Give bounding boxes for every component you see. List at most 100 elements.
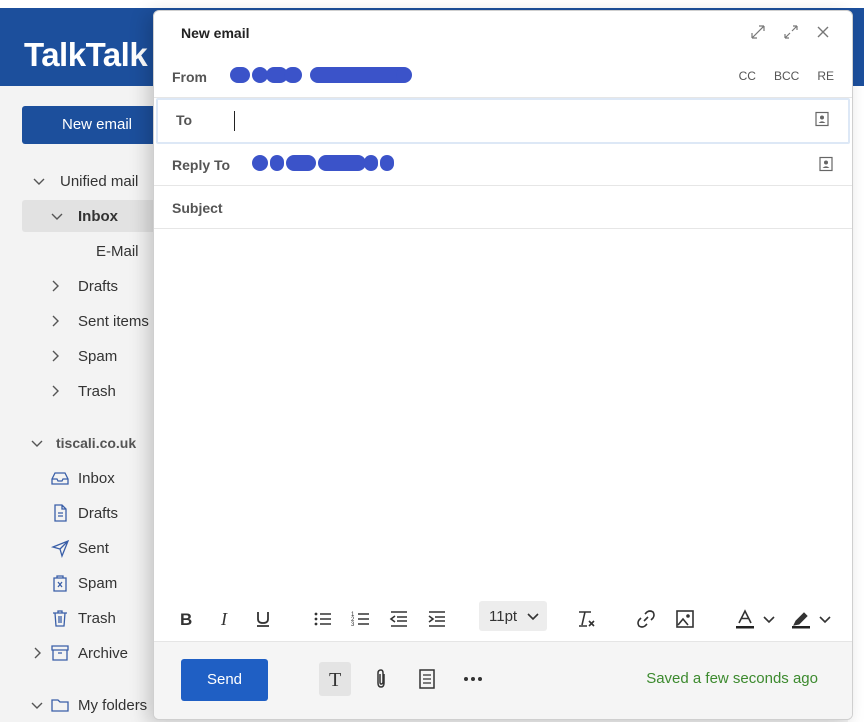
new-email-button[interactable]: New email — [22, 106, 172, 144]
svg-text:T: T — [329, 669, 341, 690]
bullet-list-icon[interactable] — [311, 607, 335, 631]
sidebar-item-label: Sent — [78, 539, 109, 557]
subject-label: Subject — [172, 200, 223, 216]
svg-text:B: B — [180, 610, 192, 629]
link-icon[interactable] — [634, 607, 658, 631]
top-strip — [0, 0, 864, 8]
popout-icon[interactable] — [749, 23, 767, 41]
drafts-icon — [50, 503, 70, 523]
sidebar-item-label: Archive — [78, 644, 129, 662]
sidebar-item-label: My folders — [78, 696, 148, 714]
highlight-icon[interactable] — [789, 607, 813, 631]
compose-title: New email — [181, 25, 250, 41]
numbered-list-icon[interactable]: 123 — [349, 607, 373, 631]
save-status: Saved a few seconds ago — [646, 670, 818, 687]
chevron-down-icon[interactable] — [760, 607, 778, 631]
from-row[interactable]: From CC BCC RE — [154, 55, 852, 98]
message-body-editor[interactable] — [154, 229, 852, 599]
more-options-icon[interactable] — [457, 662, 489, 696]
chevron-right-icon[interactable] — [48, 314, 62, 328]
sidebar-item-my-folders[interactable]: My folders — [0, 689, 160, 721]
chevron-down-icon[interactable] — [32, 174, 46, 188]
sidebar-item-acc-archive[interactable]: Archive — [0, 637, 160, 669]
bold-icon[interactable]: B — [174, 607, 198, 631]
sidebar-item-label: Spam — [78, 347, 118, 365]
sidebar-item-label: Sent items — [78, 312, 149, 330]
indent-icon[interactable] — [425, 607, 449, 631]
sidebar-item-label: Inbox — [78, 207, 118, 225]
formatting-toolbar: B I 123 11pt — [154, 597, 852, 641]
svg-text:3: 3 — [351, 622, 355, 628]
sidebar-item-inbox[interactable]: Inbox — [22, 200, 172, 232]
cc-toggle[interactable]: CC — [739, 69, 756, 83]
sidebar: New email Unified mail Inbox E-Mail Draf… — [0, 86, 172, 722]
reply-to-address-redacted — [252, 155, 402, 173]
spam-icon — [50, 573, 70, 593]
sidebar-item-acc-inbox[interactable]: Inbox — [0, 462, 160, 494]
sidebar-item-acc-drafts[interactable]: Drafts — [0, 497, 160, 529]
sidebar-item-drafts[interactable]: Drafts — [0, 270, 160, 302]
from-address-redacted — [230, 67, 420, 85]
sidebar-item-label: E-Mail — [96, 242, 139, 260]
compose-footer: Send T Saved a few seconds ago — [154, 641, 852, 719]
sidebar-item-acc-sent[interactable]: Sent — [0, 532, 160, 564]
chevron-right-icon[interactable] — [48, 349, 62, 363]
sidebar-item-acc-trash[interactable]: Trash — [0, 602, 160, 634]
send-icon — [50, 538, 70, 558]
contact-book-icon[interactable] — [814, 111, 830, 127]
chevron-right-icon[interactable] — [30, 646, 44, 660]
chevron-down-icon — [527, 613, 539, 621]
chevron-down-icon[interactable] — [816, 607, 834, 631]
text-cursor — [234, 111, 235, 131]
reply-to-label: Reply To — [172, 157, 231, 173]
template-icon[interactable] — [411, 662, 443, 696]
sidebar-item-sent-items[interactable]: Sent items — [0, 305, 160, 337]
image-icon[interactable] — [673, 607, 697, 631]
underline-icon[interactable] — [251, 607, 275, 631]
from-label: From — [172, 69, 207, 85]
sidebar-item-label: Drafts — [78, 504, 119, 522]
send-button[interactable]: Send — [181, 659, 268, 701]
text-format-toggle-icon[interactable]: T — [319, 662, 351, 696]
close-icon[interactable] — [814, 23, 832, 41]
chevron-down-icon[interactable] — [30, 698, 44, 712]
sidebar-item-label: Trash — [78, 609, 116, 627]
text-color-icon[interactable] — [733, 607, 757, 631]
font-size-select[interactable]: 11pt — [479, 601, 547, 631]
chevron-down-icon[interactable] — [30, 436, 44, 450]
maximize-icon[interactable] — [782, 23, 800, 41]
recipient-toggles: CC BCC RE — [739, 69, 834, 83]
sidebar-item-unified-mail[interactable]: Unified mail — [0, 165, 160, 197]
sidebar-account-label: tiscali.co.uk — [56, 435, 137, 451]
to-row[interactable]: To — [156, 98, 850, 144]
bcc-toggle[interactable]: BCC — [774, 69, 799, 83]
sidebar-item-label: Inbox — [78, 469, 115, 487]
to-label: To — [176, 112, 193, 128]
reply-to-row[interactable]: Reply To — [154, 143, 852, 186]
attachment-icon[interactable] — [365, 662, 397, 696]
sidebar-item-label: Drafts — [78, 277, 119, 295]
chevron-right-icon[interactable] — [48, 384, 62, 398]
sidebar-item-acc-spam[interactable]: Spam — [0, 567, 160, 599]
svg-text:I: I — [220, 609, 228, 629]
italic-icon[interactable]: I — [213, 607, 237, 631]
sidebar-item-label: Trash — [78, 382, 116, 400]
brand-logo: TalkTalk — [24, 36, 148, 73]
compose-window: New email From CC BCC RE To Reply To Sub… — [153, 10, 853, 720]
contact-book-icon[interactable] — [818, 156, 834, 172]
sidebar-item-label: Spam — [78, 574, 118, 592]
sidebar-account-tiscali[interactable]: tiscali.co.uk — [0, 427, 160, 459]
inbox-icon — [50, 468, 70, 488]
re-toggle[interactable]: RE — [817, 69, 834, 83]
chevron-right-icon[interactable] — [48, 279, 62, 293]
font-size-value: 11pt — [489, 607, 518, 625]
sidebar-item-spam[interactable]: Spam — [0, 340, 160, 372]
outdent-icon[interactable] — [387, 607, 411, 631]
clear-formatting-icon[interactable] — [574, 607, 598, 631]
archive-icon — [50, 643, 70, 663]
subject-row[interactable]: Subject — [154, 186, 852, 229]
sidebar-item-trash[interactable]: Trash — [0, 375, 160, 407]
sidebar-item-email[interactable]: E-Mail — [0, 235, 160, 267]
chevron-down-icon[interactable] — [50, 209, 64, 223]
sidebar-item-label: Unified mail — [60, 172, 139, 190]
